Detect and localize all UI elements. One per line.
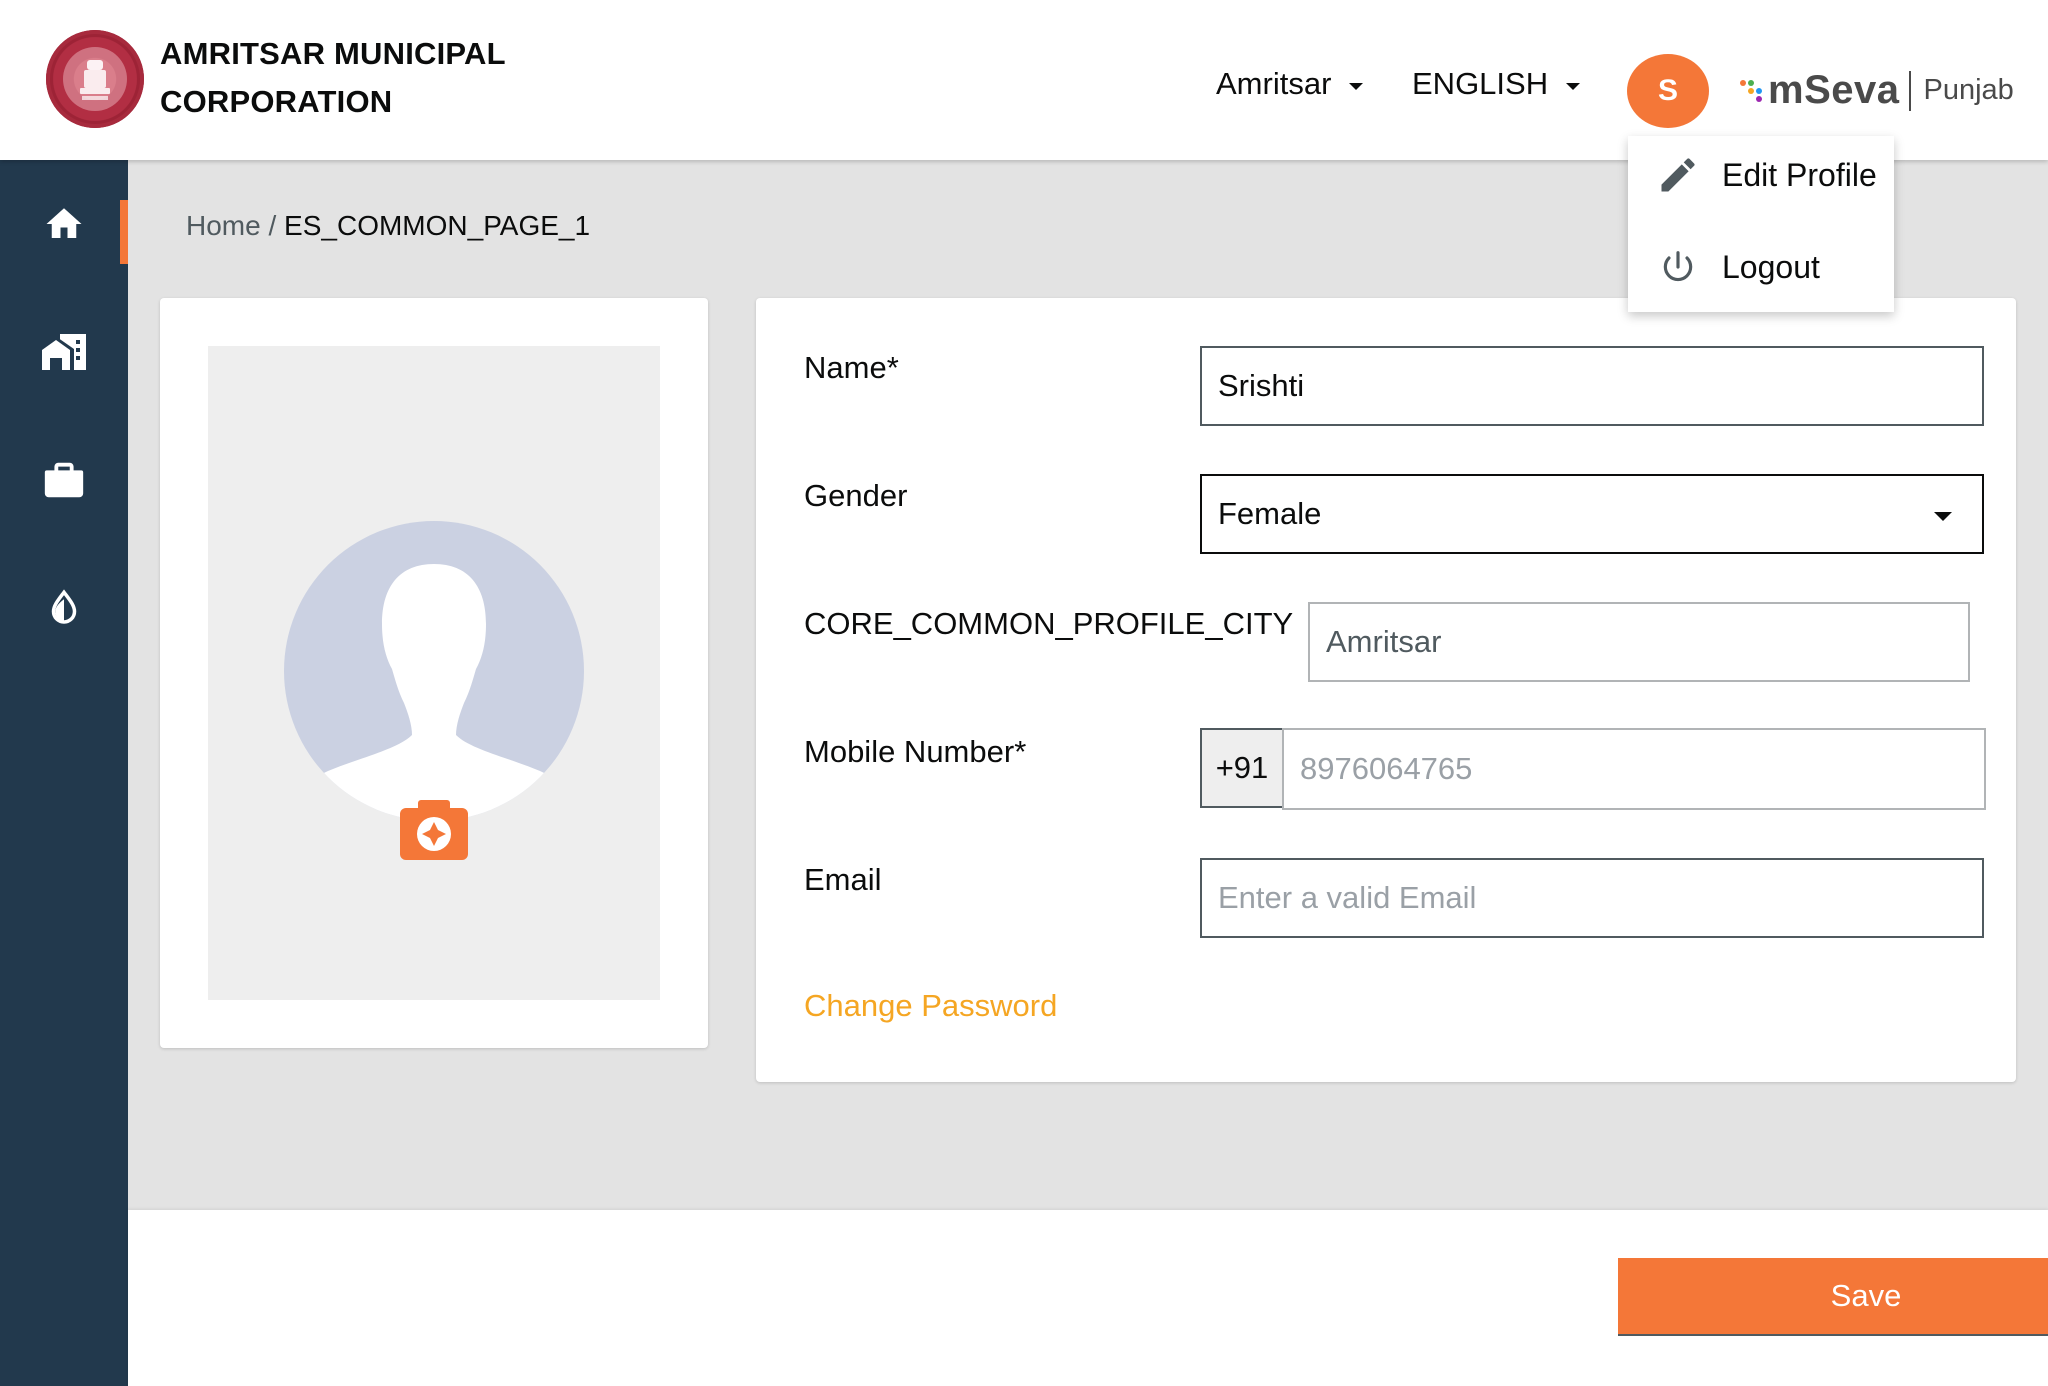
mseva-brand-logo: mSeva Punjab xyxy=(1738,68,2014,113)
chevron-down-icon xyxy=(1566,82,1581,90)
breadcrumb-current-page: ES_COMMON_PAGE_1 xyxy=(284,210,591,241)
sidebar-item-property-tax[interactable] xyxy=(0,320,128,384)
sidebar xyxy=(0,160,128,1386)
user-avatar-button[interactable]: S xyxy=(1627,54,1709,128)
menu-item-label: Logout xyxy=(1722,248,1820,285)
save-button[interactable]: Save xyxy=(1618,1258,2048,1336)
profile-photo-card xyxy=(160,298,708,1048)
email-label: Email xyxy=(804,862,882,897)
country-code-prefix: +91 xyxy=(1200,728,1284,808)
profile-form-card: Name* Gender Female CORE_COMMON_PROFILE_… xyxy=(756,298,2016,1082)
mseva-dots-icon xyxy=(1738,76,1764,106)
upload-photo-button[interactable] xyxy=(400,800,468,860)
email-input[interactable] xyxy=(1200,858,1984,938)
mobile-number-field: +91 xyxy=(1200,728,1986,810)
city-dropdown[interactable]: Amritsar xyxy=(1216,66,1364,102)
power-icon xyxy=(1656,245,1700,289)
default-avatar-image xyxy=(284,521,584,821)
city-input xyxy=(1308,602,1970,682)
gender-label: Gender xyxy=(804,478,908,513)
sidebar-active-indicator xyxy=(120,200,128,264)
city-dropdown-label: Amritsar xyxy=(1216,66,1332,101)
name-label: Name* xyxy=(804,350,899,385)
chevron-down-icon xyxy=(1934,512,1952,521)
org-name-line-1: AMRITSAR MUNICIPAL xyxy=(160,36,506,71)
pencil-icon xyxy=(1656,153,1700,197)
city-label: CORE_COMMON_PROFILE_CITY xyxy=(804,606,1294,641)
menu-item-edit-profile[interactable]: Edit Profile xyxy=(1628,140,1894,210)
briefcase-icon xyxy=(44,462,84,498)
org-name-line-2: CORPORATION xyxy=(160,84,393,119)
chevron-down-icon xyxy=(1349,82,1364,90)
organization-name: AMRITSAR MUNICIPAL CORPORATION xyxy=(160,30,580,126)
breadcrumb-home-link[interactable]: Home xyxy=(186,210,261,241)
language-dropdown-label: ENGLISH xyxy=(1412,66,1549,101)
gender-selected-value: Female xyxy=(1218,496,1322,531)
building-icon xyxy=(42,334,86,370)
sidebar-item-water-sewerage[interactable] xyxy=(0,576,128,640)
action-footer: Save xyxy=(128,1210,2048,1386)
change-password-link[interactable]: Change Password xyxy=(804,988,1057,1024)
gender-select[interactable]: Female xyxy=(1200,474,1984,554)
sidebar-item-trade-license[interactable] xyxy=(0,448,128,512)
user-menu: Edit Profile Logout xyxy=(1628,136,1894,312)
home-icon xyxy=(46,208,82,238)
sidebar-item-home[interactable] xyxy=(0,192,128,256)
breadcrumb-separator: / xyxy=(268,210,277,241)
brand-name: mSeva xyxy=(1768,68,1900,112)
mobile-number-input xyxy=(1282,728,1986,810)
brand-state: Punjab xyxy=(1923,74,2014,106)
avatar-initial: S xyxy=(1657,74,1678,107)
profile-photo-area xyxy=(208,346,660,1000)
water-drop-icon xyxy=(51,589,77,624)
municipal-emblem-logo xyxy=(46,30,144,128)
mobile-number-label: Mobile Number* xyxy=(804,734,1027,769)
breadcrumb: Home / ES_COMMON_PAGE_1 xyxy=(186,210,590,242)
brand-separator xyxy=(1909,70,1912,111)
menu-item-logout[interactable]: Logout xyxy=(1628,232,1894,302)
camera-icon xyxy=(400,800,468,860)
language-dropdown[interactable]: ENGLISH xyxy=(1412,66,1581,102)
menu-item-label: Edit Profile xyxy=(1722,156,1877,193)
name-input[interactable] xyxy=(1200,346,1984,426)
